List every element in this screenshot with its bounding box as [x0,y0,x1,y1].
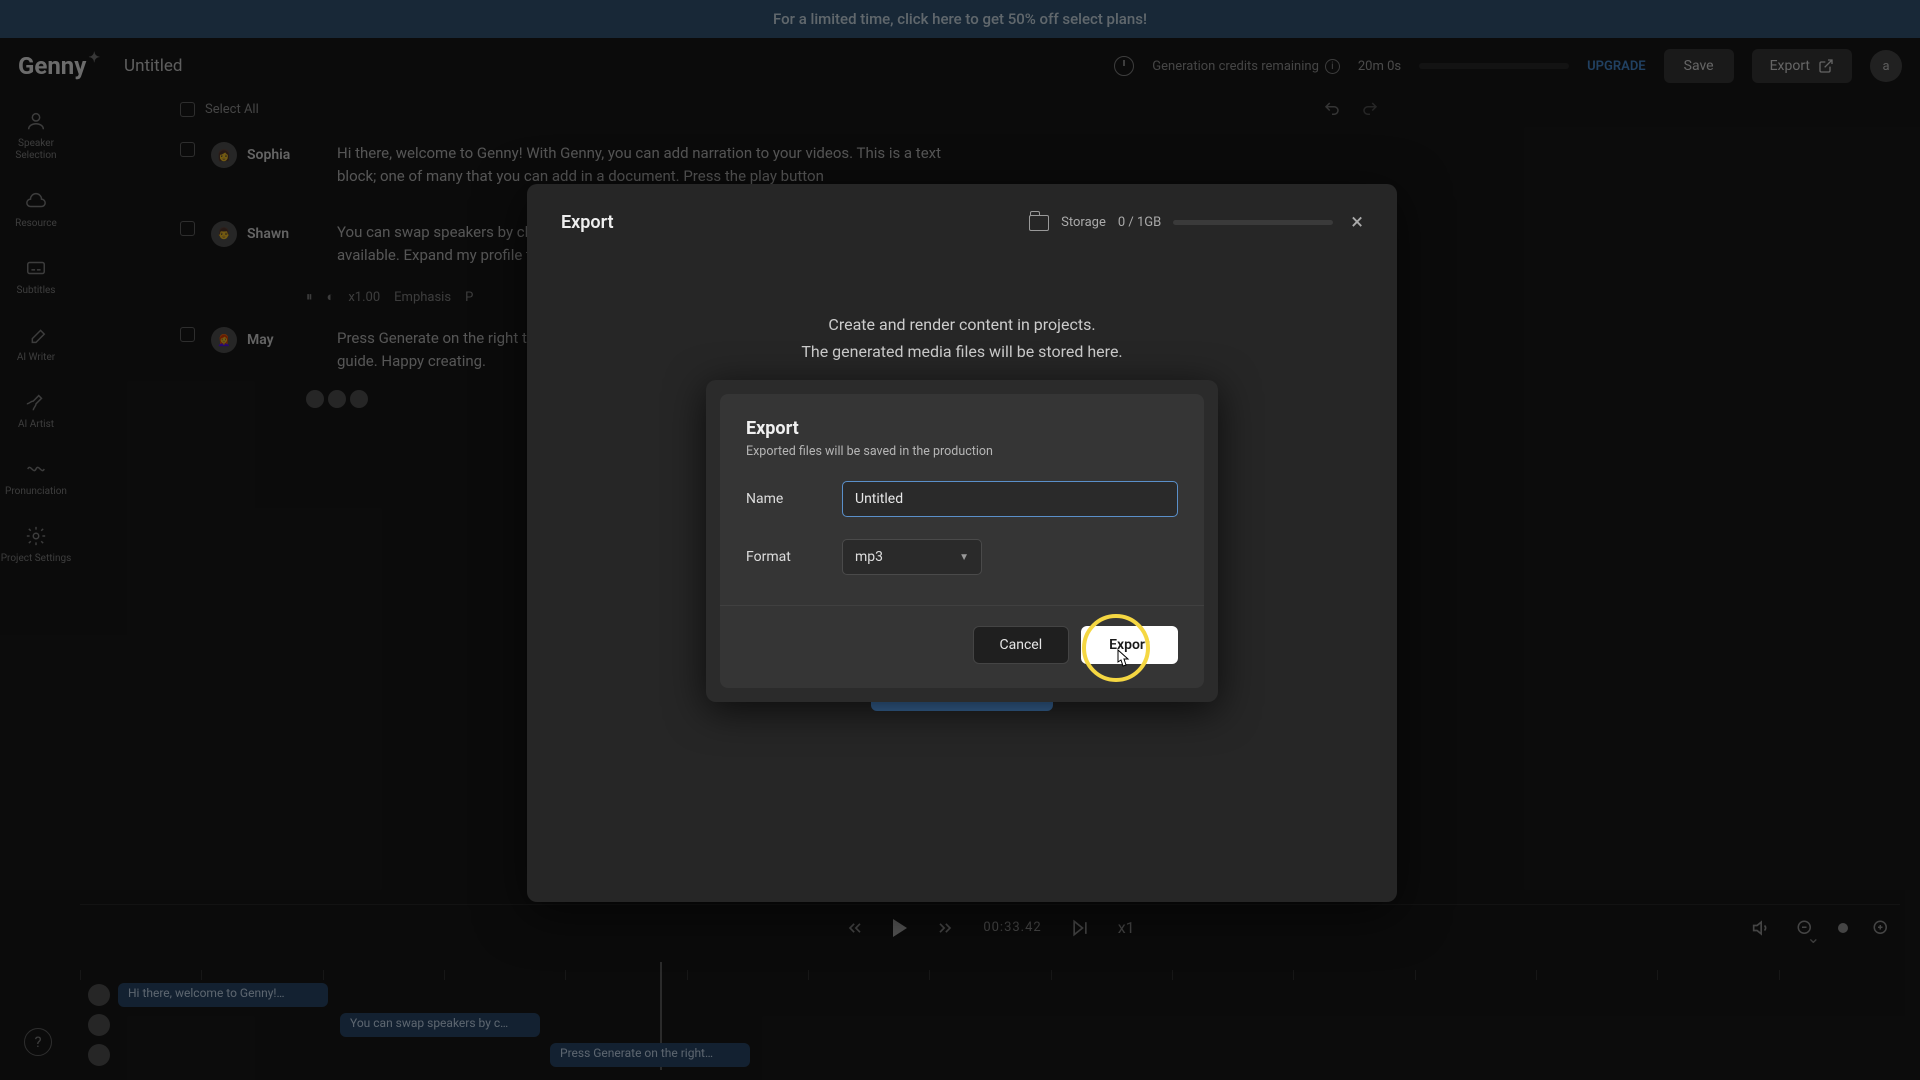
export-msg-line: Create and render content in projects. [561,311,1363,338]
format-field-row: Format mp3 ▼ [746,539,1178,575]
export-dialog: Export Exported files will be saved in t… [706,380,1218,702]
export-msg-line: The generated media files will be stored… [561,338,1363,365]
export-dialog-inner: Export Exported files will be saved in t… [720,394,1204,688]
storage-value: 0 / 1GB [1118,215,1161,230]
storage-label: Storage [1061,215,1106,230]
format-value: mp3 [855,549,883,565]
export-panel-message: Create and render content in projects. T… [561,311,1363,365]
export-confirm-button[interactable]: Export [1081,626,1178,664]
name-field-row: Name [746,481,1178,517]
folder-icon [1029,215,1049,231]
close-icon[interactable]: × [1351,210,1363,235]
name-label: Name [746,491,842,507]
format-select[interactable]: mp3 ▼ [842,539,982,575]
storage-indicator: Storage 0 / 1GB [1029,215,1333,231]
export-panel-title: Export [561,212,614,233]
name-input[interactable] [842,481,1178,517]
format-label: Format [746,549,842,565]
cancel-button[interactable]: Cancel [973,626,1070,664]
export-panel-header: Export Storage 0 / 1GB × [561,210,1363,235]
export-dialog-subtitle: Exported files will be saved in the prod… [746,444,1178,459]
export-dialog-title: Export [746,418,1178,439]
export-dialog-actions: Cancel Export [720,605,1204,664]
storage-bar [1173,220,1333,225]
chevron-down-icon: ▼ [959,552,969,563]
